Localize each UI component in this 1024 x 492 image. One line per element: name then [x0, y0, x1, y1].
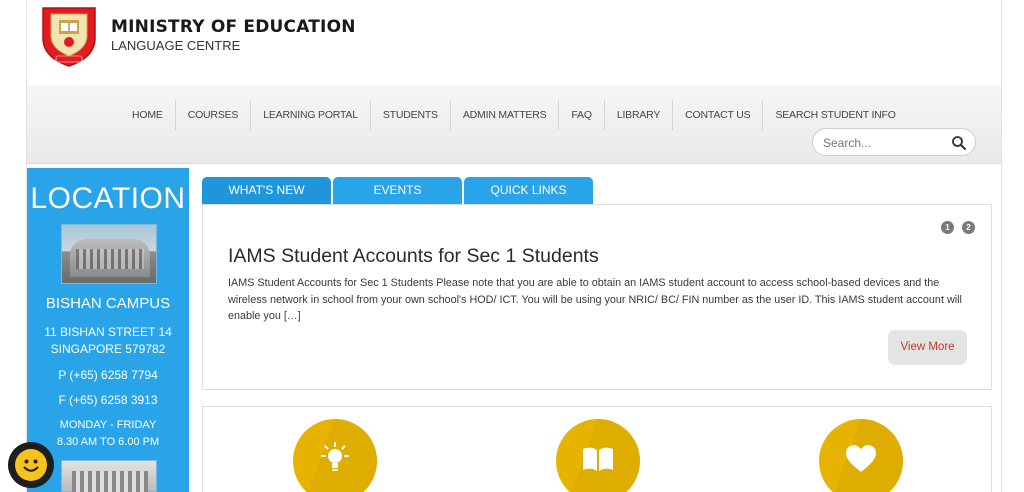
search-input[interactable]	[823, 134, 943, 152]
campus-photo-2	[61, 460, 157, 492]
nav-search-student-info[interactable]: SEARCH STUDENT INFO	[763, 100, 907, 130]
nav-learning-portal[interactable]: LEARNING PORTAL	[251, 100, 371, 130]
nav-library[interactable]: LIBRARY	[605, 100, 674, 130]
location-sidebar: LOCATION BISHAN CAMPUS 11 BISHAN STREET …	[27, 168, 189, 492]
site-subtitle: LANGUAGE CENTRE	[111, 38, 241, 53]
pager-dot-2[interactable]: 2	[962, 221, 975, 234]
search-icon[interactable]	[951, 135, 967, 151]
campus-photo	[61, 224, 157, 284]
feature-lightbulb[interactable]	[293, 419, 377, 492]
news-excerpt: IAMS Student Accounts for Sec 1 Students…	[228, 277, 962, 322]
site-header: MINISTRY OF EDUCATION LANGUAGE CENTRE	[27, 0, 1001, 86]
address-line2: SINGAPORE 579782	[50, 342, 166, 356]
tab-events[interactable]: EVENTS	[333, 177, 462, 204]
book-icon	[583, 447, 613, 471]
smiley-chat-icon	[15, 449, 47, 481]
search-box	[812, 128, 976, 156]
address-line1: 11 BISHAN STREET 14	[44, 325, 172, 339]
campus-name: BISHAN CAMPUS	[45, 295, 171, 312]
feature-heart[interactable]	[819, 419, 903, 492]
lightbulb-icon	[321, 442, 349, 471]
fax-number: F (+65) 6258 3913	[58, 393, 158, 407]
site-title: MINISTRY OF EDUCATION	[111, 17, 356, 37]
office-hours: 8.30 AM TO 6.00 PM	[56, 436, 160, 448]
nav-admin-matters[interactable]: ADMIN MATTERS	[451, 100, 560, 130]
tab-whats-new[interactable]: WHAT'S NEW	[202, 177, 331, 204]
moe-crest-icon[interactable]	[39, 4, 99, 68]
features-panel	[202, 406, 992, 492]
view-more-button[interactable]: View More	[888, 330, 967, 365]
chat-widget-button[interactable]	[8, 442, 54, 488]
nav-faq[interactable]: FAQ	[559, 100, 605, 130]
tab-quick-links[interactable]: QUICK LINKS	[464, 177, 593, 204]
main-navbar: HOME COURSES LEARNING PORTAL STUDENTS AD…	[27, 86, 1001, 164]
main-frame: MINISTRY OF EDUCATION LANGUAGE CENTRE HO…	[26, 0, 1002, 492]
content-tabs: WHAT'S NEW EVENTS QUICK LINKS	[202, 177, 593, 204]
page: MINISTRY OF EDUCATION LANGUAGE CENTRE HO…	[0, 0, 1024, 492]
main-menu: HOME COURSES LEARNING PORTAL STUDENTS AD…	[120, 100, 908, 130]
location-title: LOCATION	[30, 182, 186, 215]
nav-courses[interactable]: COURSES	[176, 100, 252, 130]
news-pager: 1 2	[941, 221, 975, 234]
nav-students[interactable]: STUDENTS	[371, 100, 451, 130]
nav-contact-us[interactable]: CONTACT US	[673, 100, 764, 130]
office-days: MONDAY - FRIDAY	[59, 419, 157, 431]
phone-number: P (+65) 6258 7794	[58, 368, 158, 382]
news-panel: 1 2 IAMS Student Accounts for Sec 1 Stud…	[202, 204, 992, 390]
news-title[interactable]: IAMS Student Accounts for Sec 1 Students	[228, 245, 599, 268]
pager-dot-1[interactable]: 1	[941, 221, 954, 234]
feature-book[interactable]	[556, 419, 640, 492]
nav-home[interactable]: HOME	[120, 100, 176, 130]
heart-icon	[846, 445, 876, 472]
